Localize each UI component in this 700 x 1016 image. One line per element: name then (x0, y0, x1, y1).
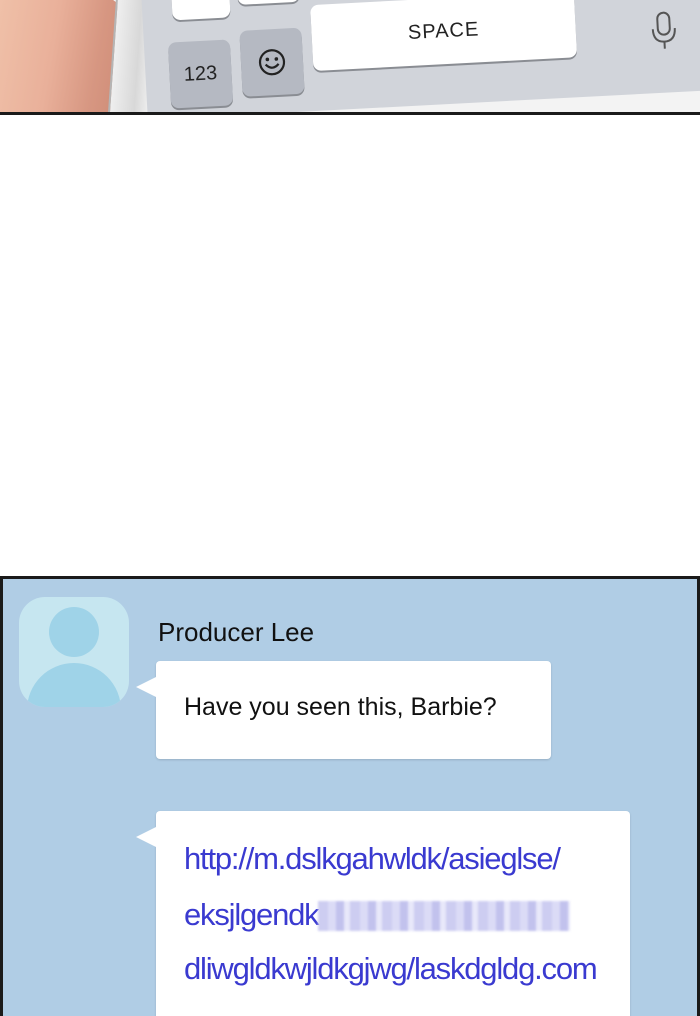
avatar-head (49, 607, 99, 657)
sender-name: Producer Lee (158, 617, 314, 648)
smiley-face-icon (256, 46, 288, 78)
keyboard-key[interactable] (236, 0, 300, 5)
keyboard-panel: 123 SPACE (0, 0, 700, 115)
link-line[interactable]: http://m.dslkgahwldk/asieglse/ (184, 841, 560, 877)
bubble-tail (136, 677, 156, 697)
message-text: Have you seen this, Barbie? (184, 693, 497, 722)
censored-url-part (318, 901, 570, 931)
link-message-bubble: http://m.dslkgahwldk/asieglse/ eksjlgend… (156, 811, 630, 1016)
link-line[interactable]: eksjlgendk (184, 897, 318, 933)
avatar (19, 597, 129, 707)
emoji-key[interactable] (239, 28, 304, 97)
space-key-label: SPACE (407, 18, 479, 45)
numbers-key[interactable]: 123 (168, 39, 233, 108)
message-bubble: Have you seen this, Barbie? (156, 661, 551, 759)
bubble-tail (136, 827, 156, 847)
chat-panel: Producer Lee Have you seen this, Barbie?… (0, 576, 700, 1016)
microphone-icon[interactable] (648, 10, 680, 52)
link-line[interactable]: dliwgldkwjldkgjwg/laskdgldg.com (184, 951, 597, 987)
keyboard-key[interactable] (170, 0, 231, 20)
numbers-key-label: 123 (183, 62, 218, 87)
space-key[interactable]: SPACE (310, 0, 577, 71)
avatar-shoulders (27, 663, 121, 707)
onscreen-keyboard: 123 SPACE (140, 0, 700, 115)
